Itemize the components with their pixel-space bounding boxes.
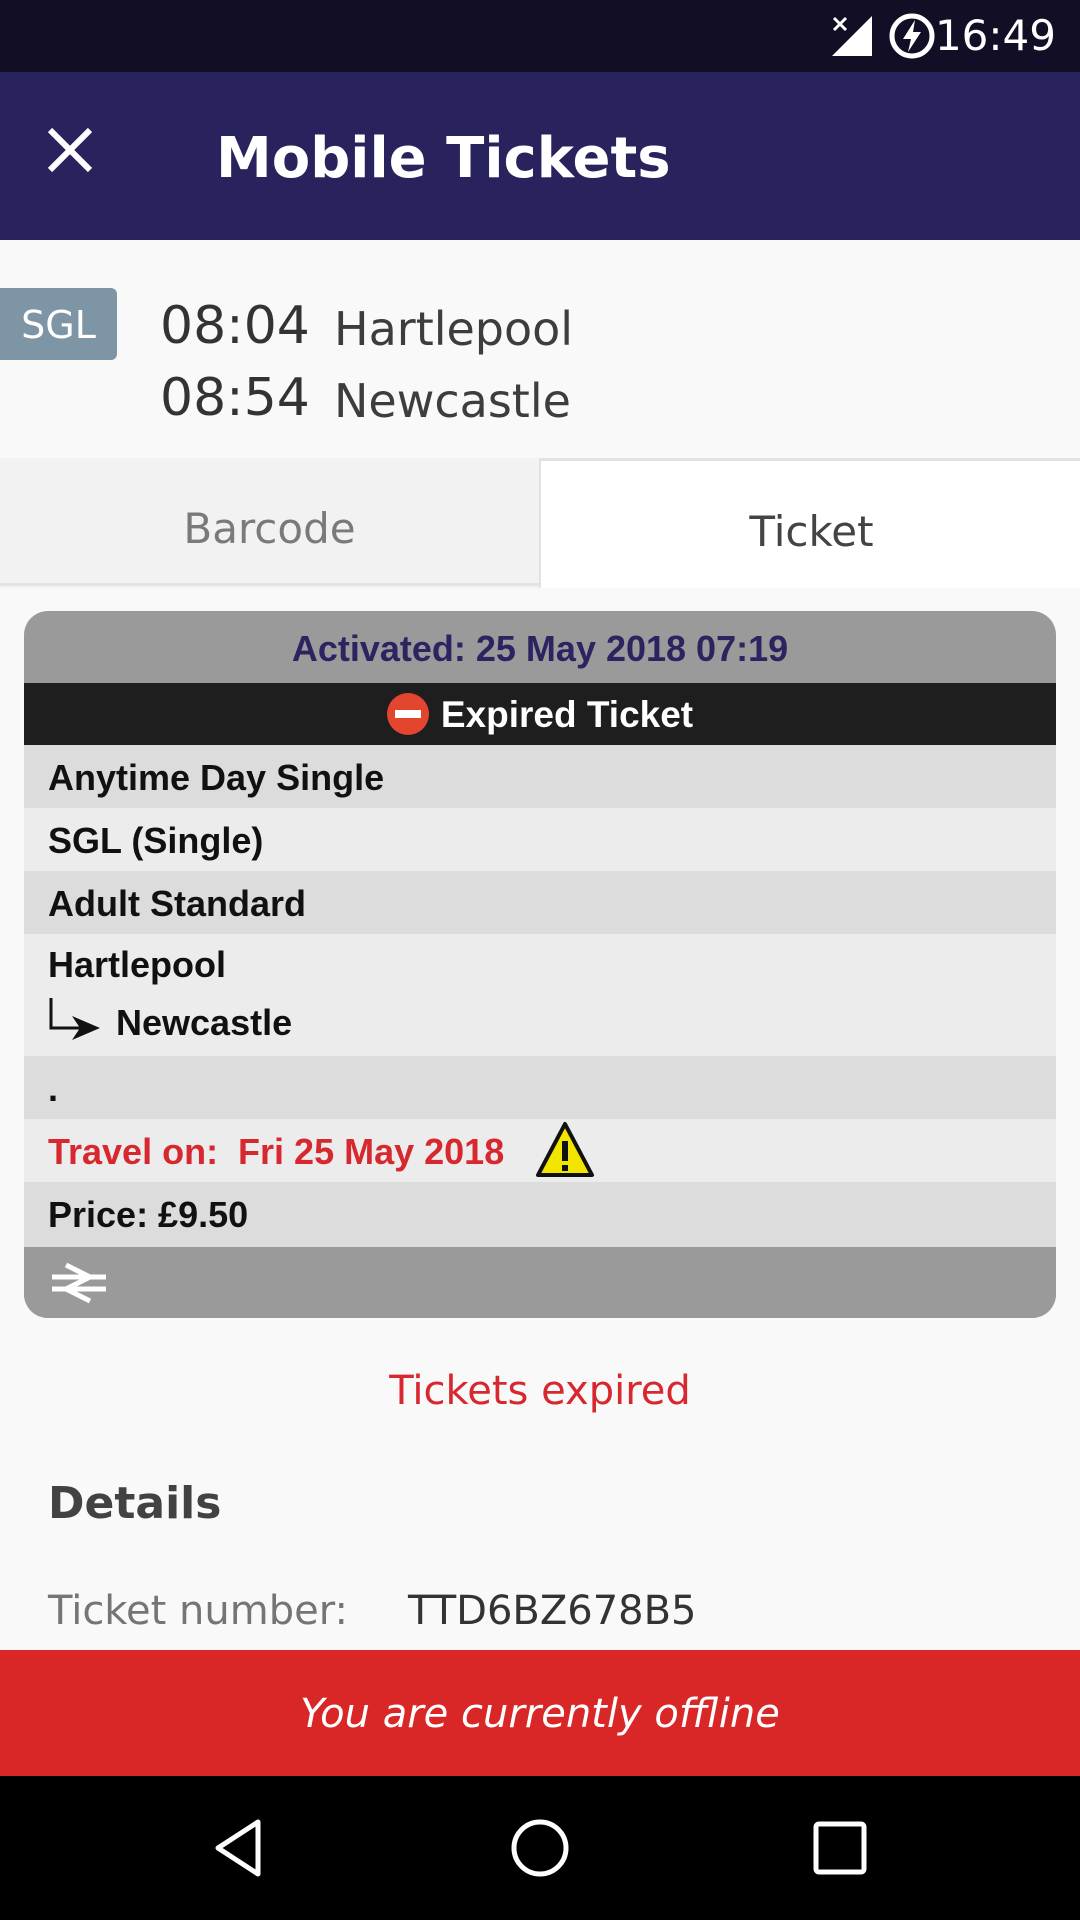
- back-icon[interactable]: [204, 1812, 276, 1884]
- ticket-type-badge: SGL: [0, 288, 117, 360]
- app-bar: Mobile Tickets: [0, 72, 1080, 240]
- departure-station: Hartlepool: [334, 302, 574, 356]
- tab-bar: Barcode Ticket: [0, 458, 1080, 588]
- route-block: Hartlepool Newcastle: [24, 934, 1056, 1056]
- ticket-footer: [24, 1247, 1056, 1318]
- warning-icon: [536, 1122, 594, 1177]
- ticket-number-label: Ticket number:: [48, 1588, 348, 1634]
- arrival-time: 08:54: [160, 368, 310, 428]
- journey-summary: SGL 08:04 Hartlepool 08:54 Newcastle: [0, 240, 1080, 458]
- national-rail-icon: [52, 1262, 106, 1304]
- route-note: .: [24, 1056, 1056, 1119]
- home-icon[interactable]: [504, 1812, 576, 1884]
- tickets-expired-message: Tickets expired: [389, 1368, 691, 1414]
- tab-barcode[interactable]: Barcode: [0, 458, 539, 586]
- details-heading: Details: [48, 1478, 222, 1529]
- departure-time: 08:04: [160, 296, 310, 356]
- ticket-status: Expired Ticket: [440, 694, 694, 735]
- recents-icon[interactable]: [804, 1812, 876, 1884]
- page-title: Mobile Tickets: [216, 126, 671, 191]
- price: Price: £9.50: [24, 1182, 1056, 1247]
- travel-date: Travel on: Fri 25 May 2018: [48, 1131, 505, 1172]
- battery-charging-icon: [889, 13, 935, 59]
- route-destination: Newcastle: [116, 1002, 293, 1043]
- travel-date-row: Travel on: Fri 25 May 2018: [24, 1119, 1056, 1182]
- ticket-type: Anytime Day Single: [24, 745, 1056, 808]
- fare-type: SGL (Single): [24, 808, 1056, 871]
- tab-ticket[interactable]: Ticket: [539, 458, 1080, 588]
- route-arrow-icon: [49, 998, 100, 1040]
- offline-banner: You are currently offline: [0, 1650, 1080, 1776]
- route-origin: Hartlepool: [48, 944, 227, 985]
- ticket-status-bar: Expired Ticket: [24, 683, 1056, 745]
- no-entry-icon: [386, 693, 429, 735]
- status-bar: 16:49: [0, 0, 1080, 72]
- activated-date: Activated: 25 May 2018 07:19: [291, 628, 789, 669]
- passenger-type: Adult Standard: [24, 871, 1056, 934]
- arrival-station: Newcastle: [334, 374, 571, 428]
- ticket-number-value: TTD6BZ678B5: [408, 1588, 697, 1634]
- navigation-bar: [0, 1776, 1080, 1920]
- ticket-card: Activated: 25 May 2018 07:19 Expired Tic…: [24, 611, 1056, 1318]
- status-time: 16:49: [934, 11, 1056, 60]
- signal-off-icon: [832, 16, 872, 56]
- close-icon[interactable]: [28, 108, 112, 192]
